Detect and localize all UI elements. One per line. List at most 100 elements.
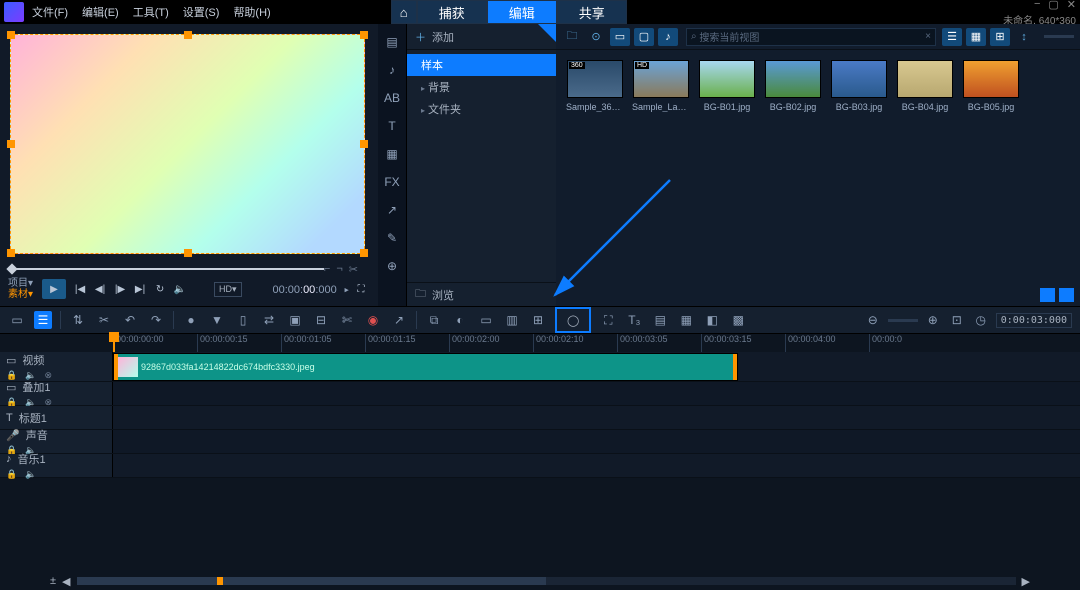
fullscreen-icon[interactable]: ⛶ — [352, 280, 370, 298]
menu-settings[interactable]: 设置(S) — [183, 4, 220, 20]
resize-handle[interactable] — [184, 249, 192, 257]
chapter-icon[interactable]: ▯ — [234, 311, 252, 329]
menu-file[interactable]: 文件(F) — [32, 4, 68, 20]
ungroup-icon[interactable]: ⊟ — [312, 311, 330, 329]
preview-timecode[interactable]: 00:00:00:000 ▸ — [272, 283, 350, 296]
quality-selector[interactable]: HD▾ — [214, 282, 242, 297]
resize-handle[interactable] — [360, 249, 368, 257]
tree-item-samples[interactable]: 样本 — [407, 54, 556, 76]
resize-handle[interactable] — [360, 31, 368, 39]
clear-search-icon[interactable]: × — [925, 31, 931, 42]
snapshot-icon[interactable]: ▦ — [677, 311, 695, 329]
motion-icon[interactable]: ↗ — [390, 311, 408, 329]
menu-tools[interactable]: 工具(T) — [133, 4, 169, 20]
scrub-playhead[interactable] — [6, 263, 17, 274]
tracking-icon[interactable]: ⊕ — [383, 258, 401, 274]
tab-capture[interactable]: 捕获 — [417, 0, 487, 24]
play-button[interactable]: ▶ — [42, 279, 66, 299]
goto-end-button[interactable]: ▶| — [131, 280, 149, 298]
multitrim-icon[interactable]: ✄ — [338, 311, 356, 329]
effect-icon[interactable]: ◐ — [451, 311, 469, 329]
tab-home[interactable]: ⌂ — [391, 0, 417, 24]
media-thumb[interactable]: BG-B01.jpg — [698, 60, 756, 112]
freeze-icon[interactable]: ⊞ — [529, 311, 547, 329]
resize-handle[interactable] — [7, 31, 15, 39]
add-icon[interactable]: ＋ — [415, 29, 426, 45]
tab-edit[interactable]: 编辑 — [487, 0, 557, 24]
minimize-icon[interactable]: − — [1034, 0, 1040, 11]
mute-track-icon[interactable]: 🔈 — [25, 469, 36, 480]
resize-handle[interactable] — [7, 249, 15, 257]
media-thumb[interactable]: BG-B05.jpg — [962, 60, 1020, 112]
lock-icon[interactable]: 🔒 — [6, 469, 17, 480]
clock-icon[interactable]: ◷ — [972, 311, 990, 329]
goto-start-button[interactable]: |◀ — [71, 280, 89, 298]
zoom-slider[interactable] — [888, 319, 918, 322]
filter-icon[interactable]: FX — [383, 174, 401, 190]
3d-title-icon[interactable]: T₃ — [625, 311, 643, 329]
fit-icon[interactable]: ⊡ — [948, 311, 966, 329]
color-icon[interactable]: ◉ — [364, 311, 382, 329]
prev-frame-button[interactable]: ◀| — [91, 280, 109, 298]
pan-crop-button[interactable]: ◯ — [555, 307, 591, 333]
zoom-out-icon[interactable]: ⊖ — [864, 311, 882, 329]
view-detail-icon[interactable]: ⊞ — [990, 28, 1010, 46]
subtitle-icon[interactable]: ▤ — [651, 311, 669, 329]
filter-video-icon[interactable]: ▭ — [610, 28, 630, 46]
preview-canvas[interactable] — [10, 34, 365, 254]
thumb-size-slider[interactable] — [1044, 35, 1074, 38]
track-header[interactable]: T标题1 — [0, 406, 113, 429]
chroma-icon[interactable]: ▩ — [729, 311, 747, 329]
loop-button[interactable]: ↻ — [151, 280, 169, 298]
scroll-left-icon[interactable]: ◀ — [62, 575, 70, 588]
tree-item-folder[interactable]: ▸文件夹 — [407, 98, 556, 120]
search-input[interactable]: ⌕ 搜索当前视图 × — [686, 28, 936, 46]
media-thumb[interactable]: BG-B02.jpg — [764, 60, 822, 112]
transition-icon[interactable]: AB — [383, 90, 401, 106]
menu-help[interactable]: 帮助(H) — [233, 4, 270, 20]
sort-icon[interactable]: ↕ — [1014, 28, 1034, 46]
record-voice-icon[interactable]: ● — [182, 311, 200, 329]
track-header[interactable]: ▭叠加1 🔒🔈⊗ — [0, 382, 113, 405]
track-header[interactable]: ▭视频 🔒🔈⊗ — [0, 352, 113, 381]
tree-item-background[interactable]: ▸背景 — [407, 76, 556, 98]
scrub-bar[interactable] — [16, 268, 324, 270]
link-icon[interactable]: ⧉ — [425, 311, 443, 329]
timeline-timecode[interactable]: 0:00:03:000 — [996, 313, 1072, 328]
import-icon[interactable]: 🗀 — [562, 28, 582, 46]
timeline-view-icon[interactable]: ☰ — [34, 311, 52, 329]
ripple-icon[interactable]: ⇄ — [260, 311, 278, 329]
group-icon[interactable]: ▣ — [286, 311, 304, 329]
scroll-thumb[interactable] — [77, 577, 547, 585]
track-header[interactable]: ♪音乐1 🔒🔈 — [0, 454, 113, 477]
tools-icon[interactable]: ✂ — [95, 311, 113, 329]
resize-handle[interactable] — [360, 140, 368, 148]
media-thumb[interactable]: BG-B03.jpg — [830, 60, 888, 112]
marker-icon[interactable]: ▼ — [208, 311, 226, 329]
path-icon[interactable]: ↗ — [383, 202, 401, 218]
add-button[interactable]: 添加 — [432, 29, 454, 45]
audio-icon[interactable]: ♪ — [383, 62, 401, 78]
next-frame-button[interactable]: |▶ — [111, 280, 129, 298]
tab-share[interactable]: 共享 — [557, 0, 627, 24]
scroll-right-icon[interactable]: ▶ — [1022, 575, 1030, 588]
clip-handle-left[interactable] — [114, 354, 118, 380]
filter-audio-icon[interactable]: ♪ — [658, 28, 678, 46]
redo-icon[interactable]: ↷ — [147, 311, 165, 329]
title-icon[interactable]: T — [383, 118, 401, 134]
mask-icon[interactable]: ◧ — [703, 311, 721, 329]
clip-handle-right[interactable] — [733, 354, 737, 380]
media-thumb[interactable]: HD Sample_Lake.... — [632, 60, 690, 112]
crop-icon[interactable]: ⛶ — [599, 311, 617, 329]
undo-icon[interactable]: ↶ — [121, 311, 139, 329]
time-ruler[interactable]: 00:00:00:00 00:00:00:15 00:00:01:05 00:0… — [0, 334, 1080, 352]
filter-photo-icon[interactable]: ▢ — [634, 28, 654, 46]
media-thumb[interactable]: BG-B04.jpg — [896, 60, 954, 112]
paint-icon[interactable]: ✎ — [383, 230, 401, 246]
corner-flag-icon[interactable] — [538, 24, 556, 42]
view-grid-icon[interactable]: ▦ — [966, 28, 986, 46]
video-clip[interactable]: 92867d033fa14214822dc674bdfc3330.jpeg — [113, 353, 738, 381]
storyboard-view-icon[interactable]: ▭ — [8, 311, 26, 329]
zoom-in-icon[interactable]: ⊕ — [924, 311, 942, 329]
panel-toggle-1[interactable] — [1040, 288, 1055, 302]
